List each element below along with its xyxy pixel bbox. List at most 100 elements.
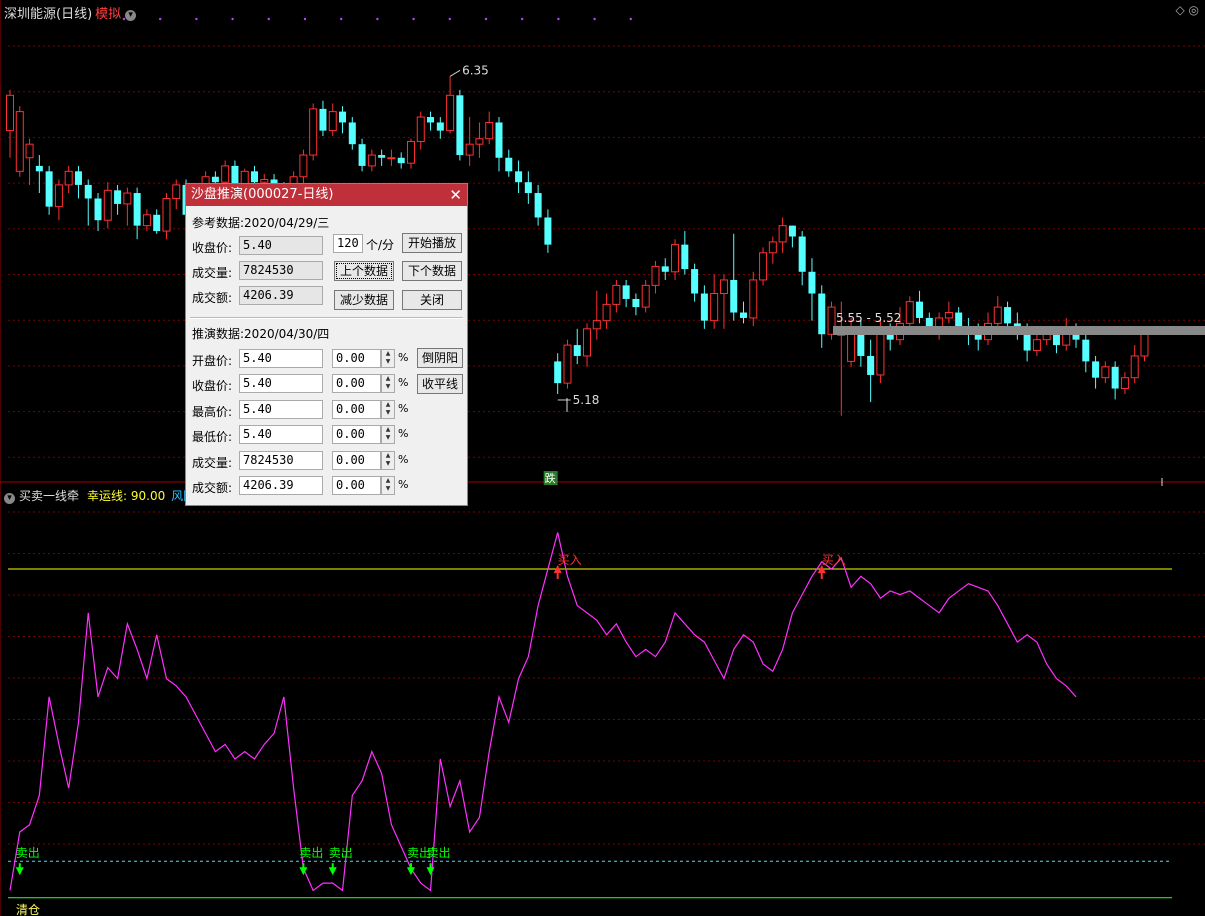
candle-body [788, 225, 796, 237]
prev-data-button[interactable]: 上个数据 [334, 261, 394, 281]
candle-body [6, 94, 14, 132]
low-badge: 跌 [545, 471, 556, 485]
candle-body [573, 345, 581, 356]
sim-open-pct[interactable]: 0.00 [332, 349, 381, 368]
spinner-icon[interactable]: ▲ ▼ [381, 476, 395, 495]
candle-body [554, 361, 562, 384]
candle-body [1023, 334, 1031, 351]
sim-close-pct[interactable]: 0.00 [332, 374, 381, 393]
speed-input[interactable]: 120 [333, 234, 363, 253]
buy-label: 买入 [558, 553, 582, 567]
diamond-icon[interactable]: ◇ [1175, 3, 1184, 17]
stock-chart[interactable]: 6.355.18跌5.55 - 5.52卖出 卖出 卖出 卖出卖出买入 买入清仓 [0, 0, 1205, 916]
chevron-down-icon[interactable]: ▾ [4, 493, 15, 504]
play-button[interactable]: 开始播放 [402, 233, 462, 253]
reduce-data-button[interactable]: 减少数据 [334, 290, 394, 310]
sim-open-field[interactable]: 5.40 [239, 349, 323, 368]
candle-body [710, 293, 719, 322]
candle-body [1032, 339, 1041, 352]
sandbox-dialog: 沙盘推演(000027-日线) ✕ 参考数据:2020/04/29/三 收盘价:… [185, 183, 468, 506]
close-icon[interactable]: ✕ [449, 184, 462, 206]
invert-candle-button[interactable]: 倒阴阳 [417, 348, 463, 368]
sim-high-field[interactable]: 5.40 [239, 400, 323, 419]
candle-body [133, 193, 141, 226]
next-data-button[interactable]: 下个数据 [402, 261, 462, 281]
sim-low-field[interactable]: 5.40 [239, 425, 323, 444]
spinner-icon[interactable]: ▲ ▼ [381, 451, 395, 470]
ref-date: 参考数据:2020/04/29/三 [192, 216, 330, 230]
candle-body [563, 344, 572, 384]
candle-body [993, 306, 1002, 324]
sim-volume-pct[interactable]: 0.00 [332, 451, 381, 470]
sim-amount-field[interactable]: 4206.39 [239, 476, 323, 495]
target-icon[interactable]: ◎ [1189, 3, 1199, 17]
candle-body [397, 157, 405, 164]
mode-label: 模拟 [95, 7, 122, 22]
candle-body [876, 333, 885, 376]
candle-body [778, 225, 787, 243]
price-range-band [833, 326, 1205, 335]
candle-body [485, 121, 494, 140]
ref-close-field: 5.40 [239, 236, 323, 255]
marker-dot [376, 17, 379, 21]
candle-body [1004, 307, 1012, 324]
candle-body [944, 312, 953, 319]
spinner-icon[interactable]: ▲ ▼ [381, 349, 395, 368]
candle-body [955, 312, 963, 327]
spinner-icon[interactable]: ▲ ▼ [381, 374, 395, 393]
candle-body [427, 117, 435, 123]
candle-body [495, 122, 503, 158]
candle-body [592, 320, 601, 330]
candle-body [260, 178, 269, 183]
sim-volume-field[interactable]: 7824530 [239, 451, 323, 470]
candle-body [818, 293, 826, 335]
candle-body [339, 111, 347, 123]
ref-volume-label: 成交量: [192, 266, 233, 280]
spinner-icon[interactable]: ▲ ▼ [381, 425, 395, 444]
close-button[interactable]: 关闭 [402, 290, 462, 310]
candle-body [456, 95, 464, 156]
sim-amount-pct[interactable]: 0.00 [332, 476, 381, 495]
candle-body [808, 271, 816, 294]
candle-body [847, 333, 856, 362]
candle-body [974, 334, 982, 340]
candle-body [94, 198, 102, 221]
sim-high-pct[interactable]: 0.00 [332, 400, 381, 419]
candle-body [857, 334, 865, 356]
ref-amount-field: 4206.39 [239, 286, 323, 305]
candle-body [1082, 339, 1090, 362]
candle-body [798, 236, 806, 272]
sim-low-pct[interactable]: 0.00 [332, 425, 381, 444]
candle-body [886, 334, 894, 340]
speed-unit: 个/分 [366, 238, 395, 252]
marker-dot [629, 17, 632, 21]
candle-body [1092, 361, 1100, 378]
candle-body [651, 265, 660, 286]
candle-body [602, 303, 611, 322]
flat-close-button[interactable]: 收平线 [417, 374, 463, 394]
price-range-label: 5.55 - 5.52 [836, 311, 901, 325]
candle-body [299, 154, 308, 178]
clear-label: 清仓 [16, 903, 40, 916]
candle-body [1120, 377, 1129, 390]
candle-body [1101, 366, 1110, 379]
candle-body [367, 154, 376, 167]
spinner-icon[interactable]: ▲ ▼ [381, 400, 395, 419]
dialog-titlebar[interactable]: 沙盘推演(000027-日线) ✕ [186, 184, 467, 206]
chart-corner-icons: ◇ ◎ [1175, 3, 1199, 17]
sim-volume-label: 成交量: [192, 456, 233, 470]
pct-sign: % [398, 427, 409, 440]
candle-body [328, 111, 337, 132]
candle-body [719, 279, 728, 295]
sim-amount-label: 成交额: [192, 481, 233, 495]
chevron-down-icon[interactable]: ▾ [125, 10, 137, 21]
candle-body [524, 182, 532, 194]
candle-body [84, 184, 92, 199]
candle-body [730, 279, 738, 313]
candle-body [505, 157, 513, 172]
candle-body [54, 184, 63, 208]
stock-name: 深圳能源(日线) [4, 7, 93, 22]
sim-close-field[interactable]: 5.40 [239, 374, 323, 393]
sell-label: 卖出 [427, 846, 451, 860]
dialog-title: 沙盘推演(000027-日线) [191, 187, 334, 202]
